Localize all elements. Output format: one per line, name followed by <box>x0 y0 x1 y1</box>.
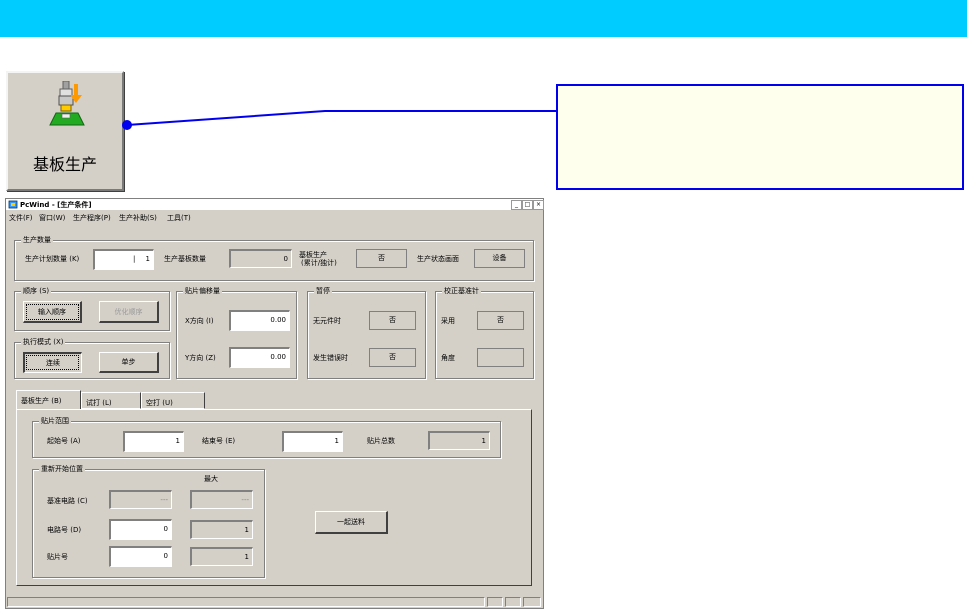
order-group: 顺序 (S) 输入顺序 优化顺序 <box>14 286 170 331</box>
menu-file[interactable]: 文件(F) <box>9 213 33 223</box>
start-no-input[interactable]: 1 <box>123 431 184 452</box>
mount-no-input[interactable]: 0 <box>109 546 172 567</box>
correction-angle-field <box>477 348 524 367</box>
status-cell-3 <box>523 597 541 607</box>
callout-note-box <box>556 84 964 190</box>
app-icon <box>8 200 18 209</box>
single-step-button[interactable]: 单步 <box>99 352 159 373</box>
top-banner <box>0 0 967 37</box>
base-prod-field: 否 <box>356 249 407 268</box>
base-circuit-field: --- <box>109 490 172 509</box>
end-no-input[interactable]: 1 <box>282 431 343 452</box>
exec-mode-title: 执行模式 (X) <box>21 337 66 347</box>
base-prod-label-2: (累计/独计) <box>301 259 337 267</box>
correction-title: 校正基准针 <box>442 286 481 296</box>
production-qty-title: 生产数量 <box>21 235 53 245</box>
pause-title: 暂停 <box>314 286 332 296</box>
restart-group: 重新开始位置 最大 基准电路 (C) --- --- 电路号 (D) 0 1 贴… <box>32 464 265 578</box>
max-header: 最大 <box>204 475 218 483</box>
base-production-label: 基板生产 <box>32 157 97 174</box>
offset-y-label: Y方向 (Z) <box>185 354 216 362</box>
correction-group: 校正基准针 采用 否 角度 <box>435 286 534 379</box>
feed-together-button[interactable]: 一起送料 <box>315 511 388 534</box>
total-label: 贴片总数 <box>367 437 395 445</box>
mount-no-label: 贴片号 <box>47 553 68 561</box>
pcwind-window: PcWind - [生产条件] _ □ × 文件(F) 窗口(W) 生产程序(P… <box>5 198 544 609</box>
restart-title: 重新开始位置 <box>39 464 85 474</box>
text-cursor: | <box>133 255 136 263</box>
restore-button[interactable]: □ <box>522 200 533 210</box>
status-bar <box>6 596 543 608</box>
close-button[interactable]: × <box>533 200 544 210</box>
callout-connector <box>122 110 556 130</box>
plan-qty-value: 1 <box>145 255 150 263</box>
menu-window[interactable]: 窗口(W) <box>39 213 65 223</box>
status-cell-2 <box>505 597 521 607</box>
plan-qty-input[interactable]: | 1 <box>93 249 154 270</box>
offset-group: 贴片偏移量 X方向 (I) 0.00 Y方向 (Z) 0.00 <box>176 286 297 379</box>
base-production-button[interactable]: 基板生产 <box>6 71 124 191</box>
error-field: 否 <box>369 348 416 367</box>
correction-use-field: 否 <box>477 311 524 330</box>
offset-title: 贴片偏移量 <box>183 286 222 296</box>
base-circuit-max: --- <box>190 490 253 509</box>
circuit-no-input[interactable]: 0 <box>109 519 172 540</box>
menu-bar: 文件(F) 窗口(W) 生产程序(P) 生产补助(S) 工具(T) <box>6 210 543 224</box>
window-titlebar: PcWind - [生产条件] _ □ × <box>6 199 544 210</box>
start-no-label: 起始号 (A) <box>47 437 81 445</box>
end-no-label: 结束号 (E) <box>202 437 236 445</box>
mount-range-title: 贴片范围 <box>39 416 71 426</box>
menu-program[interactable]: 生产程序(P) <box>73 213 111 223</box>
offset-x-input[interactable]: 0.00 <box>229 310 290 331</box>
tab-trial-run[interactable]: 试打 (L) <box>81 392 141 409</box>
correction-use-label: 采用 <box>441 317 455 325</box>
minimize-button[interactable]: _ <box>511 200 522 210</box>
offset-x-label: X方向 (I) <box>185 317 214 325</box>
production-qty-group: 生产数量 生产计划数量 (K) | 1 生产基板数量 0 基板生产 (累计/独计… <box>14 235 534 281</box>
menu-assist[interactable]: 生产补助(S) <box>119 213 157 223</box>
base-circuit-label: 基准电路 (C) <box>47 497 88 505</box>
optimize-order-button[interactable]: 优化顺序 <box>99 301 159 323</box>
mounter-head-icon <box>49 81 85 126</box>
status-cell-main <box>7 597 485 607</box>
no-part-field: 否 <box>369 311 416 330</box>
tab-base-production[interactable]: 基板生产 (B) <box>16 390 81 410</box>
pause-group: 暂停 无元件时 否 发生错误时 否 <box>307 286 426 379</box>
board-count-label: 生产基板数量 <box>164 255 206 263</box>
status-screen-field: 设备 <box>474 249 525 268</box>
order-title: 顺序 (S) <box>21 286 52 296</box>
no-part-label: 无元件时 <box>313 317 341 325</box>
mount-no-max: 1 <box>190 547 253 566</box>
circuit-no-max: 1 <box>190 520 253 539</box>
menu-tools[interactable]: 工具(T) <box>167 213 191 223</box>
board-count-field: 0 <box>229 249 292 268</box>
total-field: 1 <box>428 431 490 450</box>
input-order-button[interactable]: 输入顺序 <box>23 301 82 323</box>
exec-mode-group: 执行模式 (X) 连续 单步 <box>14 337 170 379</box>
offset-y-input[interactable]: 0.00 <box>229 347 290 368</box>
tab-dry-run[interactable]: 空打 (U) <box>141 392 205 409</box>
status-cell-1 <box>487 597 503 607</box>
continuous-button[interactable]: 连续 <box>23 352 82 373</box>
mount-range-group: 贴片范围 起始号 (A) 1 结束号 (E) 1 贴片总数 1 <box>32 416 501 458</box>
circuit-no-label: 电路号 (D) <box>47 526 82 534</box>
plan-qty-label: 生产计划数量 (K) <box>25 255 80 263</box>
error-label: 发生错误时 <box>313 354 348 362</box>
correction-angle-label: 角度 <box>441 354 455 362</box>
status-screen-label: 生产状态画面 <box>417 255 459 263</box>
window-title: PcWind - [生产条件] <box>20 201 92 209</box>
